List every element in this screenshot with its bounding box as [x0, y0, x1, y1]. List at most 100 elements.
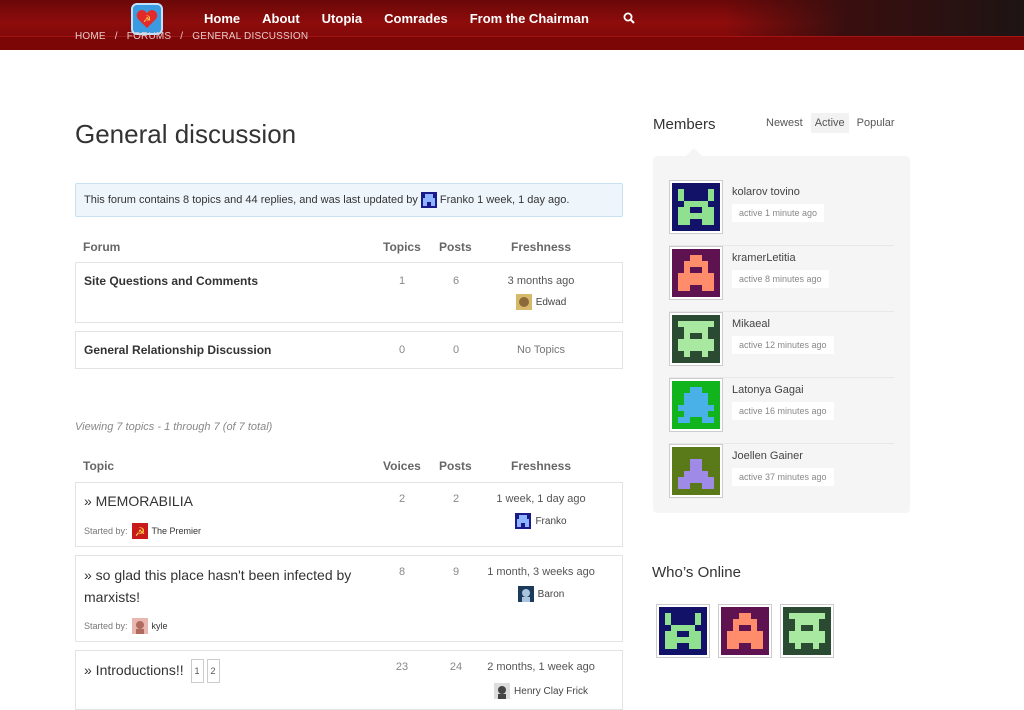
topic-voices-count: 23 [395, 661, 409, 673]
member-activity: active 12 minutes ago [732, 336, 834, 354]
forum-info-notice: This forum contains 8 topics and 44 repl… [75, 183, 623, 217]
tab-pointer [686, 148, 702, 156]
tab-active[interactable]: Active [810, 113, 849, 133]
col-freshness: Freshness [511, 240, 572, 254]
breadcrumb-current: GENERAL DISCUSSION [192, 31, 309, 42]
topic-row: » Introductions!! 12 23 24 2 months, 1 w… [75, 650, 623, 710]
forum-freshness-link[interactable]: 3 months ago [471, 275, 611, 287]
topic-count-summary: Viewing 7 topics - 1 through 7 (of 7 tot… [75, 421, 273, 433]
topic-freshness-link[interactable]: 1 month, 3 weeks ago [471, 566, 611, 578]
member-activity: active 8 minutes ago [732, 270, 829, 288]
forum-posts-count: 6 [452, 275, 460, 287]
avatar-kramerletitia [672, 249, 720, 297]
avatar-mikaeal [672, 315, 720, 363]
header-image [724, 0, 1024, 38]
avatar-kolarov-tovino [672, 183, 720, 231]
members-filter-tabs: Newest Active Popular [762, 113, 903, 133]
heart-icon: ☭ [136, 10, 158, 28]
search-icon[interactable] [623, 12, 635, 24]
avatar-henry-clay-frick[interactable] [494, 683, 511, 699]
topic-page-link[interactable]: 2 [206, 659, 220, 684]
nav-about[interactable]: About [262, 11, 300, 26]
last-poster-name[interactable]: Franko [535, 516, 566, 527]
avatar[interactable] [669, 312, 723, 366]
member-item: Mikaeal active 12 minutes ago [669, 312, 894, 378]
forum-topics-count: 0 [398, 344, 406, 356]
member-name[interactable]: Joellen Gainer [732, 450, 803, 462]
member-activity: active 1 minute ago [732, 204, 825, 222]
avatar-latonya-gagai [672, 381, 720, 429]
breadcrumb: HOME / FORUMS / GENERAL DISCUSSION [75, 31, 314, 42]
topic-started-by: Started by: kyle [84, 618, 168, 634]
members-list: kolarov tovino active 1 minute ago krame… [653, 156, 910, 513]
breadcrumb-forums[interactable]: FORUMS [127, 31, 172, 42]
member-name[interactable]: Mikaeal [732, 318, 770, 330]
avatar-kyle[interactable] [131, 618, 148, 634]
avatar-edwad[interactable] [515, 294, 532, 310]
col-voices: Voices [383, 459, 421, 473]
forum-link[interactable]: General Relationship Discussion [84, 343, 271, 357]
topic-page-link[interactable]: 1 [190, 659, 204, 684]
topic-freshness-link[interactable]: 2 months, 1 week ago [471, 661, 611, 673]
avatar[interactable] [669, 246, 723, 300]
online-avatar[interactable] [656, 604, 710, 658]
topic-posts-count: 2 [452, 493, 460, 505]
breadcrumb-separator: / [114, 31, 118, 42]
last-poster-name[interactable]: Edwad [536, 297, 567, 308]
col-forum: Forum [83, 240, 121, 254]
forum-topics-count: 1 [398, 275, 406, 287]
col-posts: Posts [439, 240, 472, 254]
starter-name[interactable]: The Premier [152, 526, 202, 536]
online-avatar[interactable] [780, 604, 834, 658]
started-by-label: Started by: [84, 621, 128, 631]
online-avatar[interactable] [718, 604, 772, 658]
nav-utopia[interactable]: Utopia [322, 11, 362, 26]
avatar[interactable] [669, 378, 723, 432]
avatar-franko[interactable] [515, 513, 532, 529]
notice-time[interactable]: 1 week, 1 day ago. [477, 194, 569, 206]
nav-from-the-chairman[interactable]: From the Chairman [470, 11, 589, 26]
starter-name[interactable]: kyle [152, 621, 168, 631]
topic-link[interactable]: » MEMORABILIA [84, 490, 384, 512]
topic-link[interactable]: » so glad this place hasn't been infecte… [84, 564, 384, 608]
member-item: Latonya Gagai active 16 minutes ago [669, 378, 894, 444]
last-poster-name[interactable]: Baron [538, 589, 565, 600]
col-posts: Posts [439, 459, 472, 473]
avatar-franko[interactable] [420, 192, 437, 208]
page-title: General discussion [75, 119, 297, 149]
tab-newest[interactable]: Newest [762, 113, 807, 133]
topic-voices-count: 8 [398, 566, 406, 578]
members-widget-title: Members [653, 116, 716, 133]
topic-posts-count: 24 [449, 661, 463, 673]
forum-row: General Relationship Discussion 0 0 No T… [75, 331, 623, 369]
topic-started-by: Started by: ☭ The Premier [84, 523, 201, 539]
avatar-the-premier[interactable]: ☭ [131, 523, 148, 539]
member-item: Joellen Gainer active 37 minutes ago [669, 444, 894, 510]
topic-last-poster: Baron [471, 586, 611, 602]
member-name[interactable]: kramerLetitia [732, 252, 796, 264]
topic-row: » MEMORABILIA 2 2 1 week, 1 day ago Fran… [75, 482, 623, 547]
member-name[interactable]: Latonya Gagai [732, 384, 804, 396]
topic-posts-count: 9 [452, 566, 460, 578]
member-activity: active 16 minutes ago [732, 402, 834, 420]
topic-link[interactable]: » Introductions!! [84, 662, 184, 678]
member-item: kramerLetitia active 8 minutes ago [669, 246, 894, 312]
notice-user-link[interactable]: Franko [440, 194, 474, 206]
col-freshness: Freshness [511, 459, 572, 473]
topic-freshness-link[interactable]: 1 week, 1 day ago [471, 493, 611, 505]
avatar-baron[interactable] [517, 586, 534, 602]
avatar-kolarov-tovino [659, 607, 707, 655]
last-poster-name[interactable]: Henry Clay Frick [514, 686, 588, 697]
member-name[interactable]: kolarov tovino [732, 186, 800, 198]
svg-text:☭: ☭ [134, 525, 145, 539]
nav-comrades[interactable]: Comrades [384, 11, 448, 26]
avatar[interactable] [669, 180, 723, 234]
breadcrumb-home[interactable]: HOME [75, 31, 106, 42]
tab-popular[interactable]: Popular [853, 113, 899, 133]
avatar[interactable] [669, 444, 723, 498]
nav-home[interactable]: Home [204, 11, 240, 26]
topic-title-wrap: » Introductions!! 12 [84, 659, 384, 684]
forum-posts-count: 0 [452, 344, 460, 356]
forum-link[interactable]: Site Questions and Comments [84, 274, 258, 288]
topic-last-poster: Henry Clay Frick [471, 683, 611, 699]
